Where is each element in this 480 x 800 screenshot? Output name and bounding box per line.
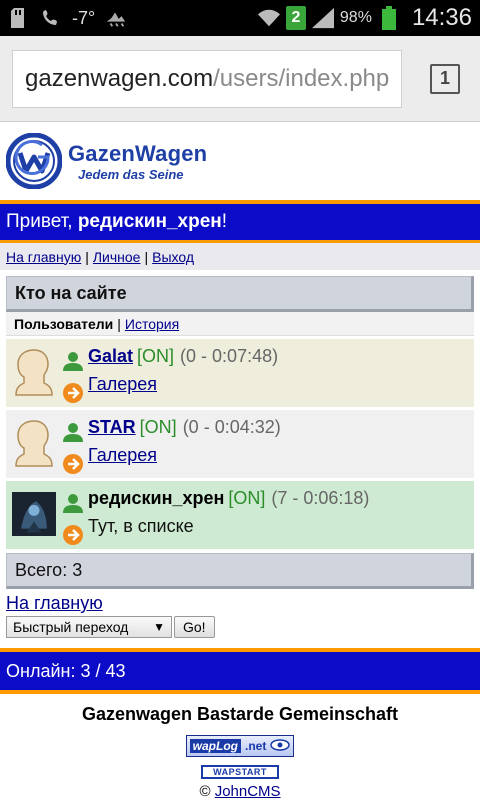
status-bar: -7° 2 98% 14:36 [0,0,480,36]
quick-nav-form: Быстрый переход ▼ Go! [0,614,480,638]
counter-badges: wapLog .net WAPSTART [0,735,480,779]
battery-percent: 98% [339,9,372,26]
home-link[interactable]: На главную [6,593,103,613]
site-name: GazenWagen [68,140,208,166]
wapstart-badge[interactable]: WAPSTART [201,765,279,779]
address-bar[interactable]: gazenwagen.com/users/index.php [12,49,402,108]
tab-users: Пользователи [14,315,114,332]
subtabs: Пользователи | История [6,312,474,336]
johncms-link[interactable]: JohnCMS [215,783,281,800]
tab-history[interactable]: История [125,316,179,332]
battery-icon [378,6,400,30]
location-arrow-icon [62,382,88,409]
user-avatar [12,488,56,540]
sd-card-icon [8,7,30,29]
user-status: [ON] [228,487,266,508]
wifi-icon [257,7,280,29]
default-avatar-icon [12,417,56,469]
greeting-prefix: Привет, [6,211,73,232]
user-row: STAR [ON] (0 - 0:04:32) Галерея [6,410,474,478]
logo-text: GazenWagen Jedem das Seine [68,141,207,182]
tabs-button[interactable]: 1 [430,63,460,94]
eye-icon [270,738,291,754]
orange-divider [0,690,480,694]
user-location: Тут, в списке [88,515,194,536]
tab-separator: | [117,315,121,332]
user-status: [ON] [137,345,175,366]
waplog-badge[interactable]: wapLog .net [186,735,294,757]
user-location-link[interactable]: Галерея [88,445,157,466]
site-logo-icon[interactable] [5,132,63,190]
copyright-prefix: © [199,783,215,800]
user-online-icon [62,493,88,518]
greeting-username: редискин_хрен [77,211,222,232]
user-stat: (0 - 0:04:32) [182,416,281,437]
total-count: Всего: 3 [6,553,474,589]
user-stat: (7 - 0:06:18) [271,487,370,508]
footer-title: Gazenwagen Bastarde Gemeinschaft [81,704,399,724]
nav-personal-link[interactable]: Личное [93,249,141,265]
clock: 14:36 [411,4,472,31]
nav-logout-link[interactable]: Выход [152,249,194,265]
go-button[interactable]: Go! [174,616,215,638]
user-online-icon [62,351,88,376]
temperature: -7° [72,7,96,28]
user-name-link[interactable]: STAR [88,417,136,438]
home-link-row: На главную [0,589,480,614]
user-row: Galat [ON] (0 - 0:07:48) Галерея [6,339,474,407]
url-path: /users/index.php [213,64,390,92]
default-avatar-icon [12,346,56,398]
nav-home-link[interactable]: На главную [6,249,81,265]
greeting-suffix: ! [221,211,228,232]
quick-nav-selected: Быстрый переход [13,619,129,635]
waplog-domain: .net [244,739,267,753]
waplog-text: wapLog [189,739,241,753]
phone-call-icon [40,7,62,29]
location-arrow-icon [62,453,88,480]
weather-icon [105,7,127,29]
who-online-panel: Кто на сайте Пользователи | История Gala… [6,276,474,589]
signal-icon [311,7,334,29]
browser-toolbar: gazenwagen.com/users/index.php 1 [0,36,480,122]
nav-separator: | [85,248,89,265]
site-tagline: Jedem das Seine [78,166,184,182]
user-name-link[interactable]: Galat [88,346,133,367]
user-row: редискин_хрен [ON] (7 - 0:06:18) Тут, в … [6,481,474,549]
user-stat: (0 - 0:07:48) [180,345,279,366]
copyright: © JohnCMS [0,783,480,800]
location-arrow-icon [62,524,88,551]
user-location-link[interactable]: Галерея [88,374,157,395]
user-online-icon [62,422,88,447]
top-nav: На главную | Личное | Выход [0,240,480,270]
user-name: редискин_хрен [88,487,225,508]
online-count-bar: Онлайн: 3 / 43 [0,648,480,690]
site-header: GazenWagen Jedem das Seine [0,122,480,200]
greeting-bar: Привет, редискин_хрен! [0,200,480,240]
quick-nav-select[interactable]: Быстрый переход ▼ [6,616,172,638]
notification-count-badge: 2 [285,6,306,30]
nav-separator: | [144,248,149,265]
panel-title: Кто на сайте [6,276,474,312]
dropdown-arrow-icon: ▼ [153,620,165,634]
url-host: gazenwagen.com [25,64,214,92]
user-status: [ON] [139,416,177,437]
